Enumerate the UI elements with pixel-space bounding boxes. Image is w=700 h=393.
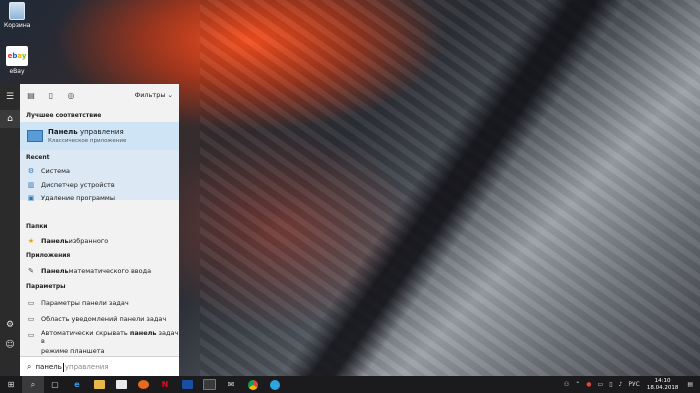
- telegram-icon[interactable]: [264, 376, 286, 393]
- ebay-shortcut-icon[interactable]: ebay eBay: [4, 46, 30, 75]
- recent-item-label: Система: [41, 166, 71, 175]
- app-icon[interactable]: [198, 376, 220, 393]
- clock[interactable]: 14:10 18.04.2018: [647, 378, 679, 392]
- people-icon[interactable]: ⚇: [564, 381, 569, 388]
- system-tray: ⚇ ⌃ ● ▭ ▯ ♪ РУС 14:10 18.04.2018 ▤: [561, 376, 696, 393]
- search-query-text: панель: [35, 363, 62, 371]
- start-button-windows-icon[interactable]: ⊞: [0, 376, 22, 393]
- recent-header: Recent: [26, 154, 50, 161]
- notification-area-icon: ▭: [27, 315, 35, 323]
- device-manager-icon: ▥: [27, 180, 35, 189]
- file-explorer-icon[interactable]: [88, 376, 110, 393]
- best-match-title-rest: управления: [77, 128, 124, 136]
- app-item-rest: математического ввода: [68, 267, 152, 275]
- folder-item-rest: избранного: [68, 237, 109, 245]
- recent-section: Recent ⚙ Система ▥ Диспетчер устройств ▣…: [20, 150, 179, 203]
- setting-line2: режиме планшета: [41, 347, 105, 355]
- ebay-logo-icon: ebay: [6, 46, 28, 66]
- best-match-subtitle: Классическое приложение: [48, 138, 127, 144]
- home-icon[interactable]: ⌂: [0, 110, 20, 128]
- task-view-icon[interactable]: ▢: [44, 376, 66, 393]
- chevron-down-icon: ⌄: [167, 91, 173, 99]
- best-match-title-bold: Панель: [48, 128, 78, 136]
- clock-time: 14:10: [654, 377, 671, 384]
- wallpaper-ridge: [200, 0, 700, 376]
- user-account-icon[interactable]: ☺: [0, 336, 20, 354]
- firefox-icon[interactable]: [132, 376, 154, 393]
- search-suggestion-text: управления: [64, 363, 109, 371]
- tablet-mode-icon: ▭: [27, 331, 35, 339]
- web-filter-icon[interactable]: ◎: [62, 84, 80, 106]
- folder-item-bold: Панель: [41, 237, 69, 245]
- search-panel: ▤ ▯ ◎ Фильтры ⌄ Лучшее соответствие Пане…: [20, 84, 179, 377]
- uninstall-program-icon: ▣: [27, 193, 35, 202]
- setting-line1-bold: панель: [129, 329, 157, 337]
- settings-gear-icon[interactable]: ⚙: [0, 316, 20, 334]
- search-input[interactable]: ⌕ панель управления: [20, 356, 179, 377]
- language-indicator[interactable]: РУС: [628, 381, 639, 388]
- clock-date: 18.04.2018: [646, 384, 679, 391]
- best-match-header: Лучшее соответствие: [26, 112, 102, 119]
- taskbar-settings-icon: ▭: [27, 299, 35, 307]
- apps-filter-icon[interactable]: ▤: [22, 84, 40, 106]
- mail-icon[interactable]: ✉: [220, 376, 242, 393]
- netflix-icon[interactable]: N: [154, 376, 176, 393]
- filters-dropdown[interactable]: Фильтры ⌄: [135, 91, 173, 99]
- recycle-bin-icon[interactable]: Корзина: [4, 2, 30, 29]
- action-center-icon[interactable]: ▤: [687, 381, 693, 388]
- best-match-item[interactable]: Панель управления Классическое приложени…: [20, 122, 179, 150]
- folder-item-favorites-panel[interactable]: ★ Панель избранного: [20, 235, 179, 247]
- setting-item-taskbar-settings[interactable]: ▭ Параметры панели задач: [20, 297, 179, 309]
- hamburger-menu-icon[interactable]: ☰: [0, 88, 20, 106]
- system-icon: ⚙: [27, 166, 35, 175]
- app-item-bold: Панель: [41, 267, 69, 275]
- folders-header: Папки: [26, 223, 48, 230]
- chrome-icon[interactable]: [242, 376, 264, 393]
- recent-item-label: Удаление программы: [41, 193, 115, 202]
- text-caret: [62, 362, 64, 372]
- recent-item-device-manager[interactable]: ▥ Диспетчер устройств: [20, 179, 179, 190]
- documents-filter-icon[interactable]: ▯: [42, 84, 60, 106]
- setting-item-label: Область уведомлений панели задач: [41, 315, 167, 323]
- favorites-folder-icon: ★: [27, 237, 35, 245]
- start-rail: ☰ ⌂ ⚙ ☺: [0, 84, 20, 376]
- apps-header: Приложения: [26, 252, 71, 259]
- search-icon: ⌕: [27, 362, 32, 371]
- battery-icon[interactable]: ▯: [609, 381, 612, 388]
- ebay-label: eBay: [9, 68, 25, 75]
- volume-icon[interactable]: ♪: [619, 381, 623, 388]
- setting-line1-a: Автоматически скрывать: [41, 329, 130, 337]
- store-icon[interactable]: [110, 376, 132, 393]
- booking-icon[interactable]: [176, 376, 198, 393]
- recent-item-system[interactable]: ⚙ Система: [20, 165, 179, 176]
- search-taskbar-icon[interactable]: ⌕: [22, 376, 44, 393]
- recent-item-label: Диспетчер устройств: [41, 180, 115, 189]
- recycle-bin-label: Корзина: [4, 22, 31, 29]
- recent-item-uninstall[interactable]: ▣ Удаление программы: [20, 192, 179, 203]
- math-input-icon: ✎: [28, 267, 34, 275]
- control-panel-icon: [27, 130, 43, 142]
- recycle-bin-glyph: [9, 2, 25, 20]
- setting-item-notification-area[interactable]: ▭ Область уведомлений панели задач: [20, 313, 179, 325]
- settings-header: Параметры: [26, 283, 66, 290]
- chevron-up-icon[interactable]: ⌃: [575, 381, 580, 388]
- network-icon[interactable]: ▭: [598, 381, 604, 388]
- setting-item-auto-hide-taskbar[interactable]: ▭ Автоматически скрывать панель задач в …: [20, 329, 179, 355]
- app-tray-icon[interactable]: ●: [586, 381, 591, 388]
- app-item-math-input-panel[interactable]: ✎ Панель математического ввода: [20, 265, 179, 277]
- edge-browser-icon[interactable]: e: [66, 376, 88, 393]
- taskbar: ⊞ ⌕ ▢ e N ✉ ⚇ ⌃ ● ▭ ▯ ♪ РУС 14:10 18.04.…: [0, 376, 700, 393]
- setting-item-label: Параметры панели задач: [41, 299, 129, 307]
- filters-label: Фильтры: [134, 91, 166, 99]
